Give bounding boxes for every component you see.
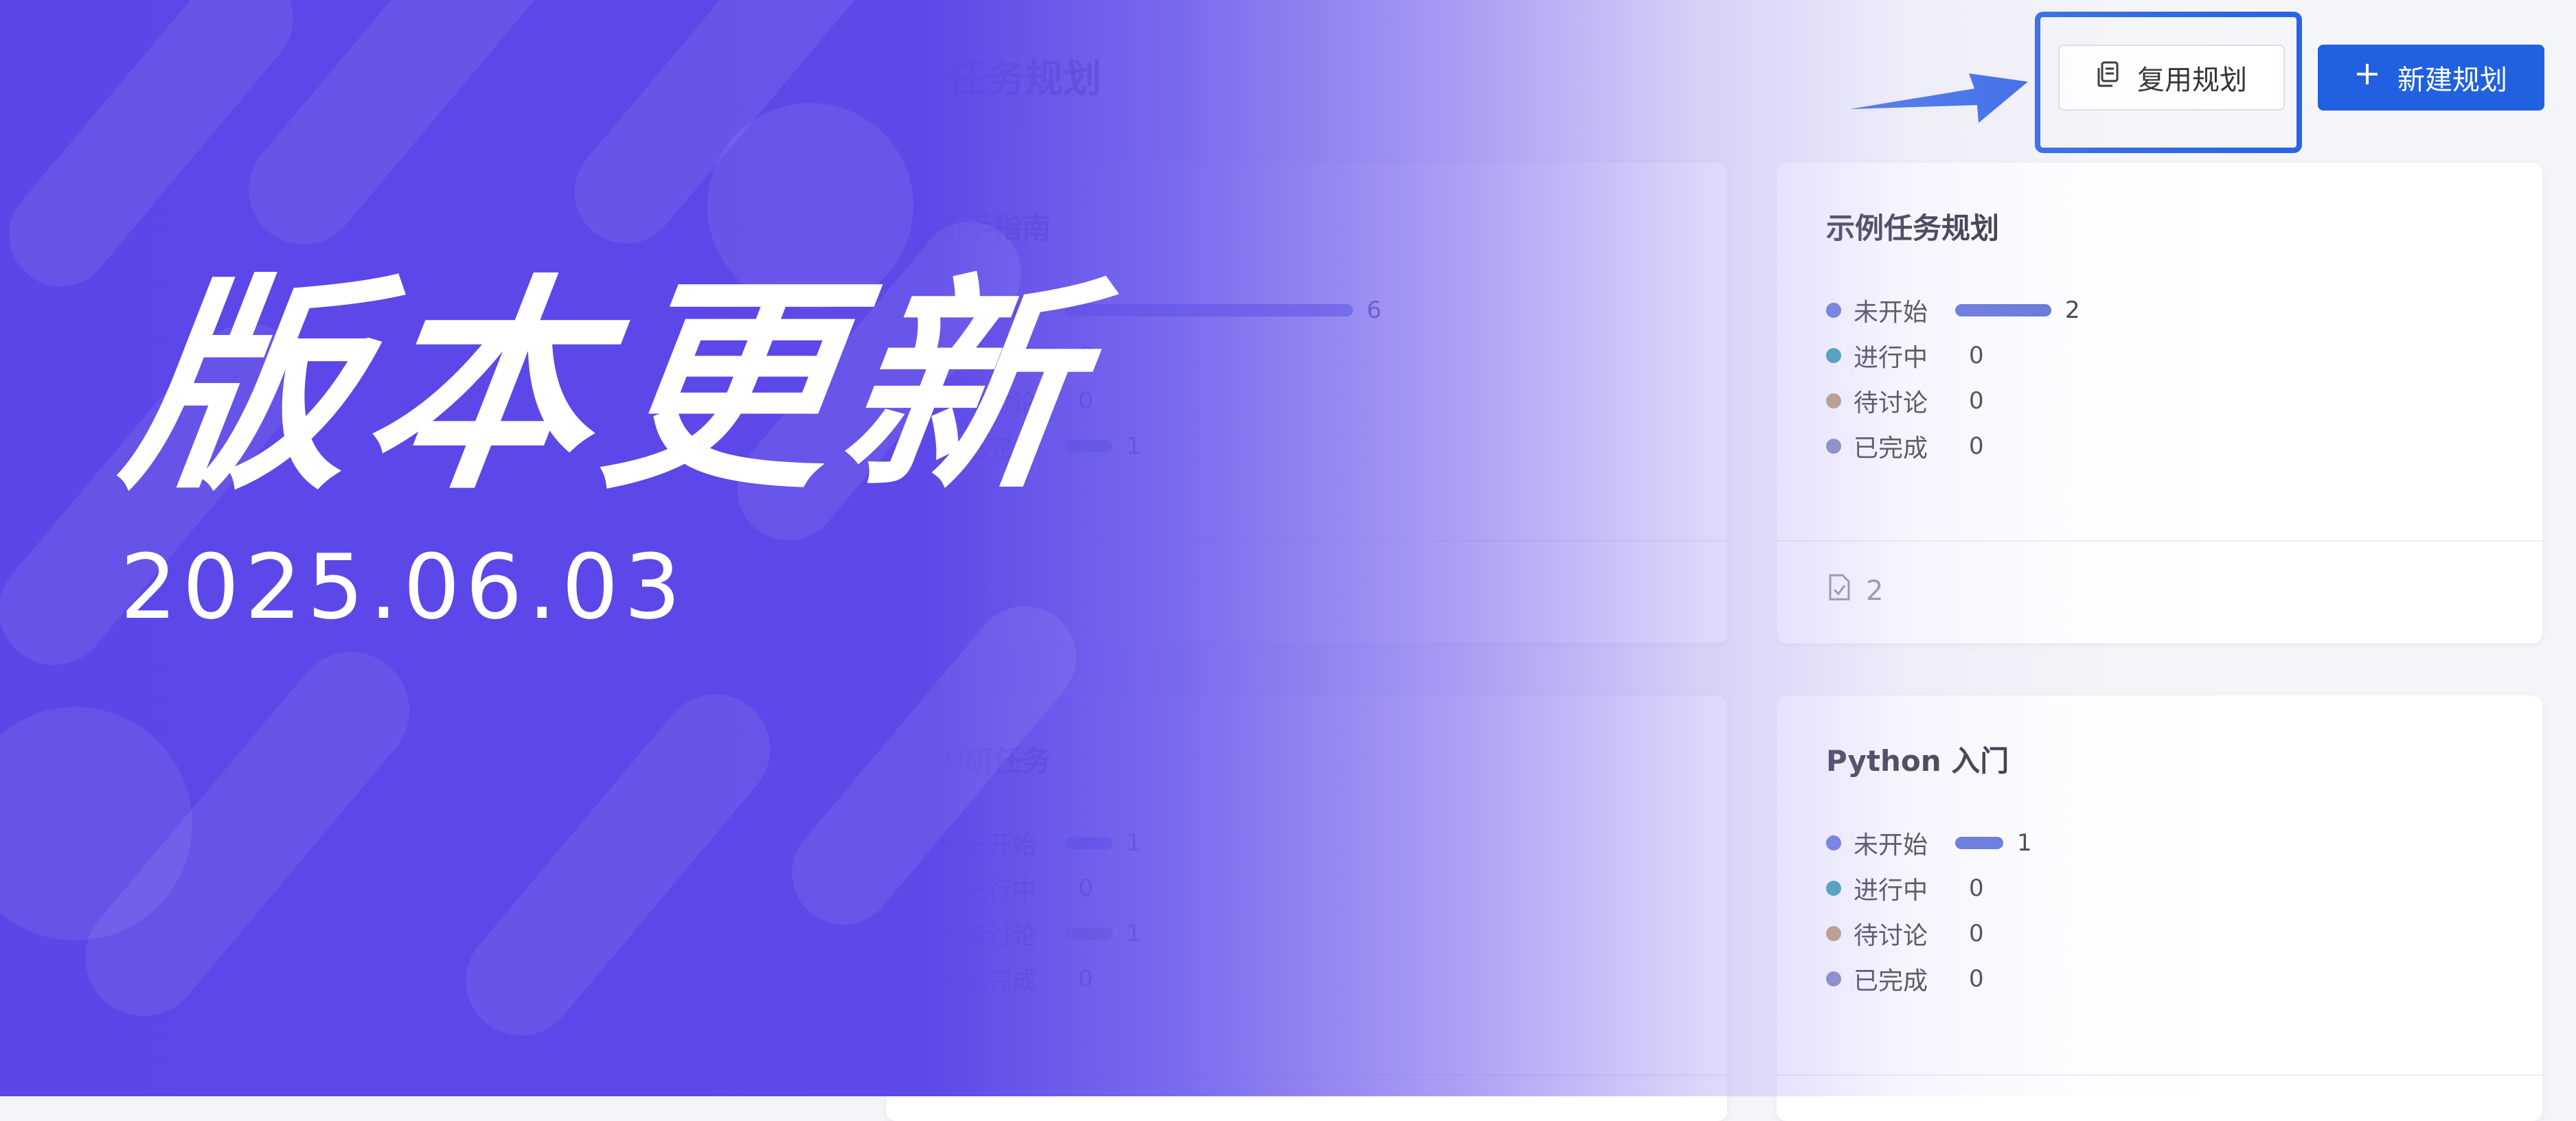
card-divider — [886, 1074, 1727, 1076]
card-title: 新手指南 — [935, 211, 1051, 245]
card-divider — [1777, 540, 2542, 542]
status-count: 0 — [1969, 387, 1984, 415]
reuse-plan-button[interactable]: 复用规划 — [2058, 45, 2285, 111]
status-row: 未开始 1 — [935, 826, 1141, 860]
status-bar — [1955, 304, 2051, 316]
status-dot — [935, 971, 950, 986]
status-dot — [935, 881, 950, 896]
status-row: 已完成 0 — [1826, 429, 1984, 463]
status-bar — [1064, 304, 1353, 316]
status-dot — [1826, 348, 1841, 363]
status-bar-track — [1064, 927, 1113, 940]
status-count: 0 — [1969, 342, 1984, 369]
status-label: 未开始 — [1854, 299, 1928, 327]
status-bar-track — [1955, 304, 2051, 316]
status-label: 进行中 — [963, 877, 1038, 905]
status-row: 未开始 2 — [1826, 293, 2080, 327]
status-count: 0 — [1969, 965, 1984, 993]
status-bar-track — [1064, 837, 1113, 849]
status-dot — [1826, 303, 1841, 318]
status-label: 已完成 — [1854, 967, 1928, 995]
status-row: 已完成 0 — [1826, 962, 1984, 996]
reuse-plan-label: 复用规划 — [2137, 65, 2247, 96]
status-bar-track — [1064, 304, 1353, 316]
status-dot — [1826, 835, 1841, 851]
status-label: 进行中 — [1854, 877, 1928, 905]
status-dot — [1826, 926, 1841, 941]
status-bar — [1955, 837, 2003, 849]
status-row: 已完成 0 — [935, 962, 1093, 996]
status-dot — [935, 835, 950, 851]
status-count: 6 — [1367, 297, 1382, 324]
arrow-icon — [1849, 73, 2028, 123]
status-row: 未开始 1 — [1826, 826, 2032, 860]
status-dot — [1826, 393, 1841, 408]
status-row: 进行中 0 — [935, 871, 1093, 905]
status-label: 待讨论 — [1854, 389, 1928, 417]
card-divider — [1777, 1074, 2542, 1076]
status-dot — [935, 926, 950, 941]
copy-icon — [2096, 61, 2119, 94]
status-row: 进行中 0 — [1826, 871, 1984, 905]
card-footer: 7 — [935, 573, 992, 609]
promo-date: 2025.06.03 — [120, 535, 687, 639]
status-label: 已完成 — [963, 967, 1038, 995]
task-file-icon — [935, 573, 961, 609]
plan-card-python[interactable]: Python 入门 未开始 1 进行中 0 待讨论 0 已完成 0 — [1777, 695, 2542, 1121]
promo-title: 版本更新 — [111, 256, 1104, 520]
status-label: 未开始 — [1854, 831, 1928, 859]
status-count: 0 — [1078, 875, 1093, 902]
status-row: 进行中 0 — [1826, 338, 1984, 373]
plan-card-example[interactable]: 示例任务规划 未开始 2 进行中 0 待讨论 0 已完成 0 2 — [1777, 163, 2542, 643]
card-footer: 2 — [1826, 573, 1883, 609]
status-dot — [1826, 439, 1841, 454]
new-plan-button[interactable]: 新建规划 — [2318, 45, 2544, 111]
card-title: Python 入门 — [1826, 744, 2009, 778]
status-dot — [1826, 971, 1841, 986]
status-label: 已完成 — [1854, 435, 1928, 463]
plus-icon — [2355, 62, 2380, 93]
status-label: 进行中 — [1854, 344, 1928, 372]
task-file-icon — [1826, 573, 1852, 609]
status-bar — [1064, 837, 1113, 849]
status-bar — [1064, 927, 1113, 940]
plan-card-research[interactable]: 调研任务 未开始 1 进行中 0 待讨论 1 已完成 0 — [886, 695, 1727, 1121]
status-count: 0 — [1969, 875, 1984, 902]
new-plan-label: 新建规划 — [2397, 65, 2507, 96]
status-count: 1 — [1126, 432, 1141, 460]
status-row: 待讨论 0 — [1826, 384, 1984, 418]
card-divider — [886, 540, 1727, 542]
task-count: 2 — [1866, 575, 1884, 607]
status-count: 0 — [1078, 965, 1093, 993]
card-title: 调研任务 — [935, 744, 1051, 778]
status-row: 待讨论 0 — [1826, 916, 1984, 951]
status-label: 待讨论 — [1854, 922, 1928, 950]
status-count: 1 — [2017, 829, 2032, 857]
status-count: 1 — [1126, 829, 1141, 857]
status-count: 0 — [1969, 920, 1984, 947]
status-dot — [1826, 881, 1841, 896]
status-count: 2 — [2065, 297, 2080, 324]
task-count: 7 — [975, 575, 993, 607]
page-title: 任务规划 — [948, 57, 1102, 102]
status-bar-track — [1955, 837, 2003, 849]
status-label: 未开始 — [963, 831, 1038, 859]
status-row: 待讨论 1 — [935, 916, 1141, 951]
status-count: 1 — [1126, 920, 1141, 947]
status-count: 0 — [1969, 432, 1984, 460]
card-title: 示例任务规划 — [1826, 211, 2000, 245]
status-label: 待讨论 — [963, 922, 1038, 950]
